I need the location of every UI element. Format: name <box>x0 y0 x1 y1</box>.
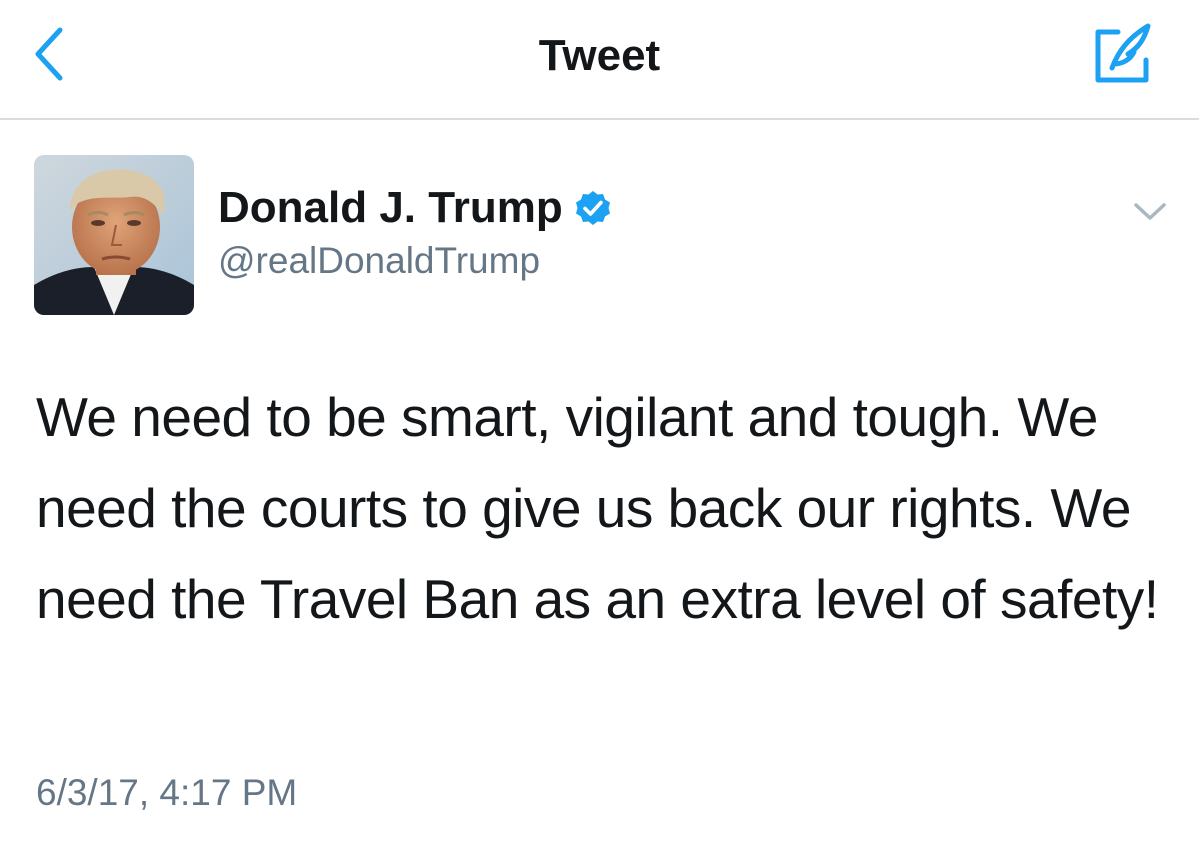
compose-tweet-button[interactable] <box>1088 18 1158 88</box>
tweet-menu-button[interactable] <box>1128 194 1172 230</box>
chevron-down-icon <box>1134 203 1166 220</box>
navigation-bar: Tweet <box>0 0 1199 120</box>
author-handle[interactable]: @realDonaldTrump <box>218 238 540 284</box>
tweet-timestamp: 6/3/17, 4:17 PM <box>36 772 298 813</box>
compose-tweet-icon <box>1095 23 1151 83</box>
verified-badge-icon <box>575 191 610 225</box>
author-display-name: Donald J. Trump <box>218 183 563 232</box>
page-title: Tweet <box>538 31 661 80</box>
profile-photo <box>34 155 194 315</box>
author-name-row[interactable]: Donald J. Trump <box>218 180 611 236</box>
avatar[interactable] <box>34 155 194 315</box>
tweet-text: We need to be smart, vigilant and tough.… <box>36 386 1159 630</box>
